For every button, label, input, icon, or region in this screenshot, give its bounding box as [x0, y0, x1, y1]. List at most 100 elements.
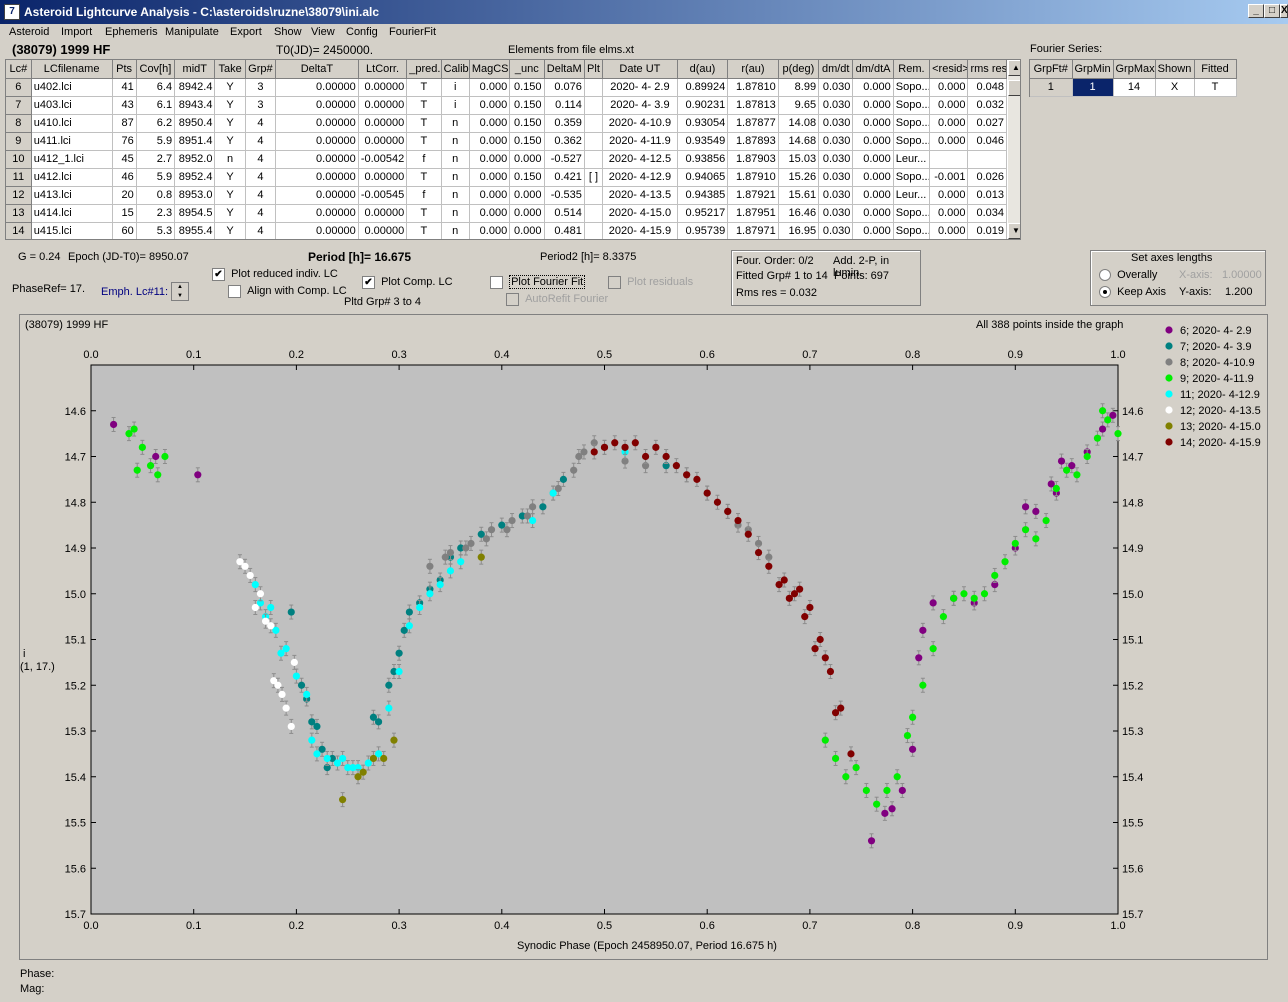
- table-cell[interactable]: Sopo...: [893, 222, 931, 239]
- table-cell[interactable]: u414.lci: [31, 204, 113, 223]
- table-cell[interactable]: u403.lci: [31, 96, 113, 115]
- column-header[interactable]: DeltaT: [275, 60, 359, 79]
- table-cell[interactable]: 5.9: [136, 132, 176, 151]
- minimize-button[interactable]: _: [1248, 4, 1264, 18]
- column-header[interactable]: Take: [214, 60, 246, 79]
- xaxis-value[interactable]: 1.00000: [1222, 269, 1262, 281]
- table-cell[interactable]: [929, 150, 969, 169]
- table-cell[interactable]: 0.95217: [677, 204, 729, 223]
- table-cell[interactable]: u415.lci: [31, 222, 113, 239]
- row-number[interactable]: 12: [6, 186, 32, 205]
- table-cell[interactable]: 0.000: [509, 222, 545, 239]
- checkbox-disabled-icon[interactable]: [608, 276, 621, 289]
- table-cell[interactable]: Y: [214, 96, 246, 115]
- table-cell[interactable]: 20: [112, 186, 137, 205]
- table-cell[interactable]: 15.61: [778, 186, 820, 205]
- table-cell[interactable]: 2020- 4-10.9: [602, 114, 678, 133]
- app-icon[interactable]: 7: [4, 4, 20, 20]
- table-cell[interactable]: Sopo...: [893, 132, 931, 151]
- row-number[interactable]: 10: [6, 150, 32, 169]
- table-cell[interactable]: 2020- 4-13.5: [602, 186, 678, 205]
- table-cell[interactable]: 4: [245, 186, 277, 205]
- table-cell[interactable]: 0.000: [852, 150, 894, 169]
- table-cell[interactable]: 0.046: [967, 132, 1007, 151]
- fourier-column-header[interactable]: Shown: [1155, 60, 1195, 79]
- autorefit-checkbox[interactable]: AutoRefit Fourier: [506, 293, 608, 306]
- table-row[interactable]: 8 u410.lci 87 6.2 8950.4 Y 4 0.00000 0.00000 Tn 0.…: [6, 114, 1007, 133]
- table-cell[interactable]: 0.00000: [275, 150, 359, 169]
- table-cell[interactable]: 0.93054: [677, 114, 729, 133]
- plot-residuals-checkbox[interactable]: Plot residuals: [608, 276, 693, 289]
- table-cell[interactable]: [584, 96, 604, 115]
- table-cell[interactable]: Y: [214, 132, 246, 151]
- table-cell[interactable]: 0.421: [544, 168, 585, 187]
- table-cell[interactable]: 0.026: [967, 168, 1007, 187]
- table-cell[interactable]: 0.000: [469, 204, 511, 223]
- table-cell[interactable]: 0.150: [509, 96, 545, 115]
- table-cell[interactable]: 0.000: [469, 114, 511, 133]
- table-cell[interactable]: 0.95739: [677, 222, 729, 239]
- table-cell[interactable]: Sopo...: [893, 204, 931, 223]
- table-cell[interactable]: f: [406, 186, 442, 205]
- table-cell[interactable]: 2020- 4-12.9: [602, 168, 678, 187]
- table-cell[interactable]: 5.3: [136, 222, 176, 239]
- column-header[interactable]: LtCorr.: [358, 60, 408, 79]
- table-cell[interactable]: 0.000: [929, 114, 969, 133]
- menu-asteroid[interactable]: Asteroid: [9, 26, 49, 38]
- table-cell[interactable]: 0.150: [509, 78, 545, 97]
- table-cell[interactable]: 3: [245, 78, 277, 97]
- table-cell[interactable]: 0.000: [469, 78, 511, 97]
- table-cell[interactable]: n: [214, 150, 246, 169]
- radio-off-icon[interactable]: [1099, 269, 1111, 282]
- table-cell[interactable]: 0.000: [469, 150, 511, 169]
- table-cell[interactable]: 0.000: [469, 96, 511, 115]
- table-cell[interactable]: 1.87951: [727, 204, 779, 223]
- table-cell[interactable]: 1.87893: [727, 132, 779, 151]
- table-cell[interactable]: 5.9: [136, 168, 176, 187]
- table-cell[interactable]: 1.87877: [727, 114, 779, 133]
- table-cell[interactable]: 6.1: [136, 96, 176, 115]
- table-cell[interactable]: u410.lci: [31, 114, 113, 133]
- table-cell[interactable]: 0.514: [544, 204, 585, 223]
- table-cell[interactable]: 0.000: [929, 78, 969, 97]
- table-cell[interactable]: 0.359: [544, 114, 585, 133]
- table-cell[interactable]: 0.076: [544, 78, 585, 97]
- table-cell[interactable]: 8953.0: [174, 186, 216, 205]
- checkbox-checked-icon[interactable]: ✔: [212, 268, 225, 281]
- table-cell[interactable]: n: [441, 168, 470, 187]
- table-cell[interactable]: 9.65: [778, 96, 820, 115]
- column-header[interactable]: Grp#: [245, 60, 277, 79]
- table-cell[interactable]: 0.00000: [358, 114, 408, 133]
- column-header[interactable]: midT: [174, 60, 216, 79]
- table-cell[interactable]: 0.481: [544, 222, 585, 239]
- checkbox-unchecked-icon[interactable]: [490, 276, 503, 289]
- table-cell[interactable]: 0.000: [509, 150, 545, 169]
- table-cell[interactable]: 1.87921: [727, 186, 779, 205]
- column-header[interactable]: p(deg): [778, 60, 820, 79]
- yaxis-value[interactable]: 1.200: [1225, 286, 1253, 298]
- table-cell[interactable]: n: [441, 204, 470, 223]
- table-cell[interactable]: 0.00000: [275, 222, 359, 239]
- table-cell[interactable]: 8952.0: [174, 150, 216, 169]
- table-cell[interactable]: 0.000: [929, 222, 969, 239]
- fourier-column-header[interactable]: GrpMin: [1072, 60, 1114, 79]
- column-header[interactable]: LCfilename: [31, 60, 113, 79]
- table-cell[interactable]: -0.527: [544, 150, 585, 169]
- table-scrollbar[interactable]: ▲ ▼: [1008, 60, 1020, 239]
- table-cell[interactable]: 0.00000: [358, 204, 408, 223]
- menu-export[interactable]: Export: [230, 26, 262, 38]
- table-cell[interactable]: 0.90231: [677, 96, 729, 115]
- lightcurve-chart[interactable]: 0.0 0.0 0.1 0.1 0.2 0.2 0.3 0.3 0.4 0.4 0.5 0.5 0.6 0…: [20, 315, 1267, 959]
- spin-up-icon[interactable]: ▲: [172, 283, 188, 291]
- table-cell[interactable]: 4: [245, 150, 277, 169]
- fourier-cell[interactable]: X: [1155, 78, 1195, 97]
- table-cell[interactable]: 0.93549: [677, 132, 729, 151]
- table-cell[interactable]: 46: [112, 168, 137, 187]
- table-cell[interactable]: 0.000: [929, 204, 969, 223]
- table-cell[interactable]: [584, 204, 604, 223]
- column-header[interactable]: dm/dtA: [852, 60, 894, 79]
- table-cell[interactable]: 0.000: [469, 222, 511, 239]
- table-cell[interactable]: 2.3: [136, 204, 176, 223]
- row-number[interactable]: 14: [6, 222, 32, 239]
- table-cell[interactable]: [584, 222, 604, 239]
